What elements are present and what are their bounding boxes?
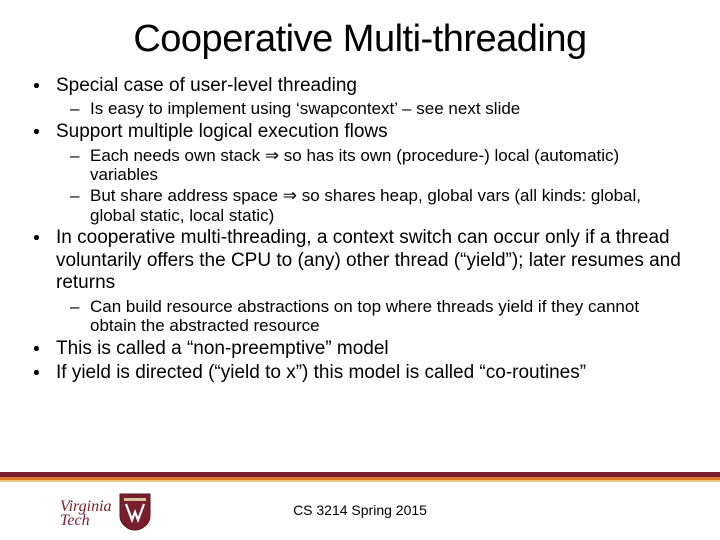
dash-icon	[70, 146, 84, 166]
dash-icon	[70, 99, 84, 119]
bullet-dot-icon	[34, 235, 42, 239]
bullet-list: Special case of user-level threading Is …	[34, 75, 686, 385]
sub-text: But share address space ⇒ so shares heap…	[90, 186, 686, 225]
bullet-text: Special case of user-level threading	[56, 75, 686, 97]
dash-icon	[70, 186, 84, 206]
bullet-text: Support multiple logical execution flows	[56, 121, 686, 143]
stripe-gold	[0, 480, 720, 482]
sub-text: Can build resource abstractions on top w…	[90, 297, 686, 336]
bullet-dot-icon	[34, 129, 42, 133]
course-footer: CS 3214 Spring 2015	[0, 502, 720, 518]
sub-list: Can build resource abstractions on top w…	[34, 297, 686, 336]
bullet: This is called a “non-preemptive” model	[34, 338, 686, 360]
bullet-text: In cooperative multi-threading, a contex…	[56, 227, 686, 294]
bullet-dot-icon	[34, 346, 42, 350]
sub-bullet: But share address space ⇒ so shares heap…	[70, 186, 686, 225]
bullet: If yield is directed (“yield to x”) this…	[34, 362, 686, 384]
bullet-dot-icon	[34, 83, 42, 87]
bullet: In cooperative multi-threading, a contex…	[34, 227, 686, 294]
bullet-dot-icon	[34, 370, 42, 374]
bullet-text: If yield is directed (“yield to x”) this…	[56, 362, 686, 384]
sub-bullet: Is easy to implement using ‘swapcontext’…	[70, 99, 686, 119]
bullet: Support multiple logical execution flows	[34, 121, 686, 143]
page-title: Cooperative Multi-threading	[34, 18, 686, 61]
sub-bullet: Can build resource abstractions on top w…	[70, 297, 686, 336]
bullet: Special case of user-level threading	[34, 75, 686, 97]
sub-list: Each needs own stack ⇒ so has its own (p…	[34, 146, 686, 226]
slide: Cooperative Multi-threading Special case…	[0, 0, 720, 540]
sub-list: Is easy to implement using ‘swapcontext’…	[34, 99, 686, 119]
footer-stripes	[0, 472, 720, 482]
dash-icon	[70, 297, 84, 317]
sub-text: Is easy to implement using ‘swapcontext’…	[90, 99, 686, 119]
bullet-text: This is called a “non-preemptive” model	[56, 338, 686, 360]
sub-text: Each needs own stack ⇒ so has its own (p…	[90, 146, 686, 185]
sub-bullet: Each needs own stack ⇒ so has its own (p…	[70, 146, 686, 185]
